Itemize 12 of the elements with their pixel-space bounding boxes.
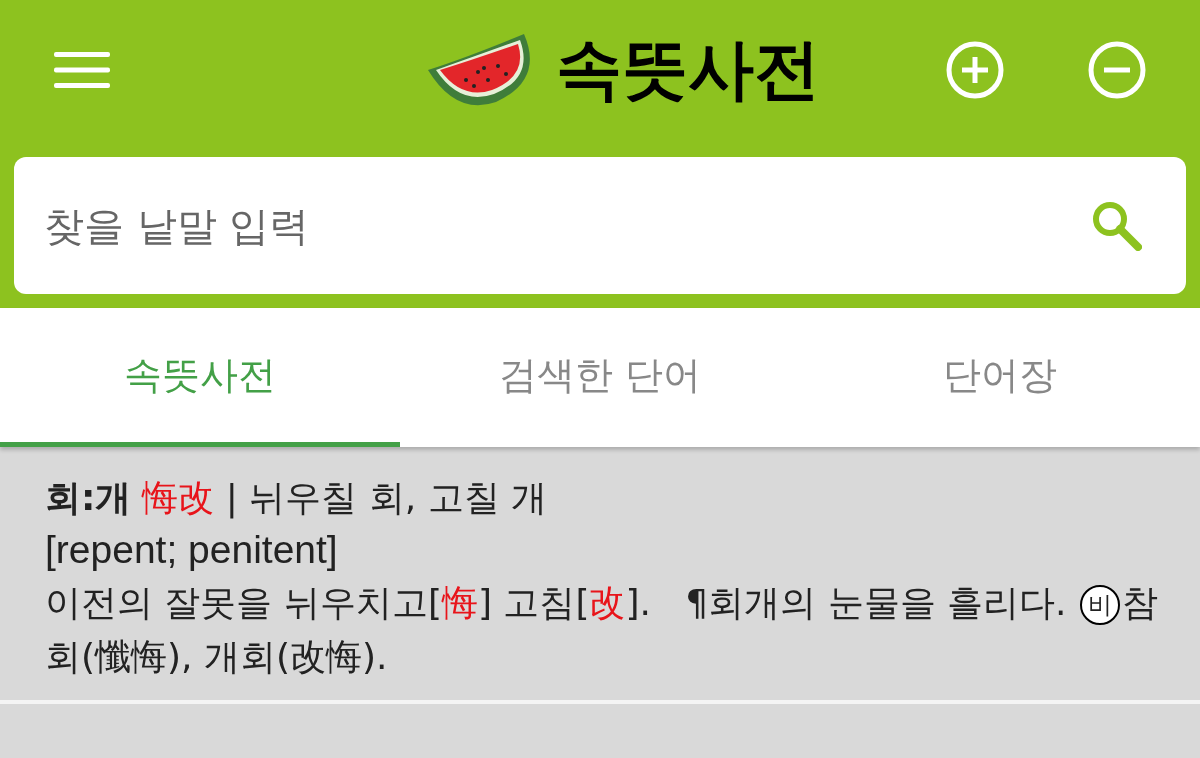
- search-icon[interactable]: [1090, 199, 1142, 251]
- search-field[interactable]: 찾을 낱말 입력: [14, 157, 1186, 294]
- zoom-in-icon[interactable]: [946, 41, 1004, 99]
- menu-icon[interactable]: [54, 52, 110, 88]
- app-title: 속뜻사전: [556, 37, 820, 103]
- zoom-out-icon[interactable]: [1088, 41, 1146, 99]
- entry-translation: [repent; penitent]: [45, 526, 339, 573]
- entry-headline: 회:개 悔改 | 뉘우칠 회, 고칠 개: [45, 476, 548, 521]
- tab[interactable]: 검색한 단어: [400, 308, 800, 447]
- tab[interactable]: 속뜻사전: [0, 308, 400, 447]
- tab[interactable]: 단어장: [800, 308, 1200, 447]
- entry-definition: 이전의 잘못을 뉘우치고[悔] 고침[改]. ¶회개의 눈물을 흘리다. 비 참회(懺悔), 개회(改悔).: [45, 581, 1159, 680]
